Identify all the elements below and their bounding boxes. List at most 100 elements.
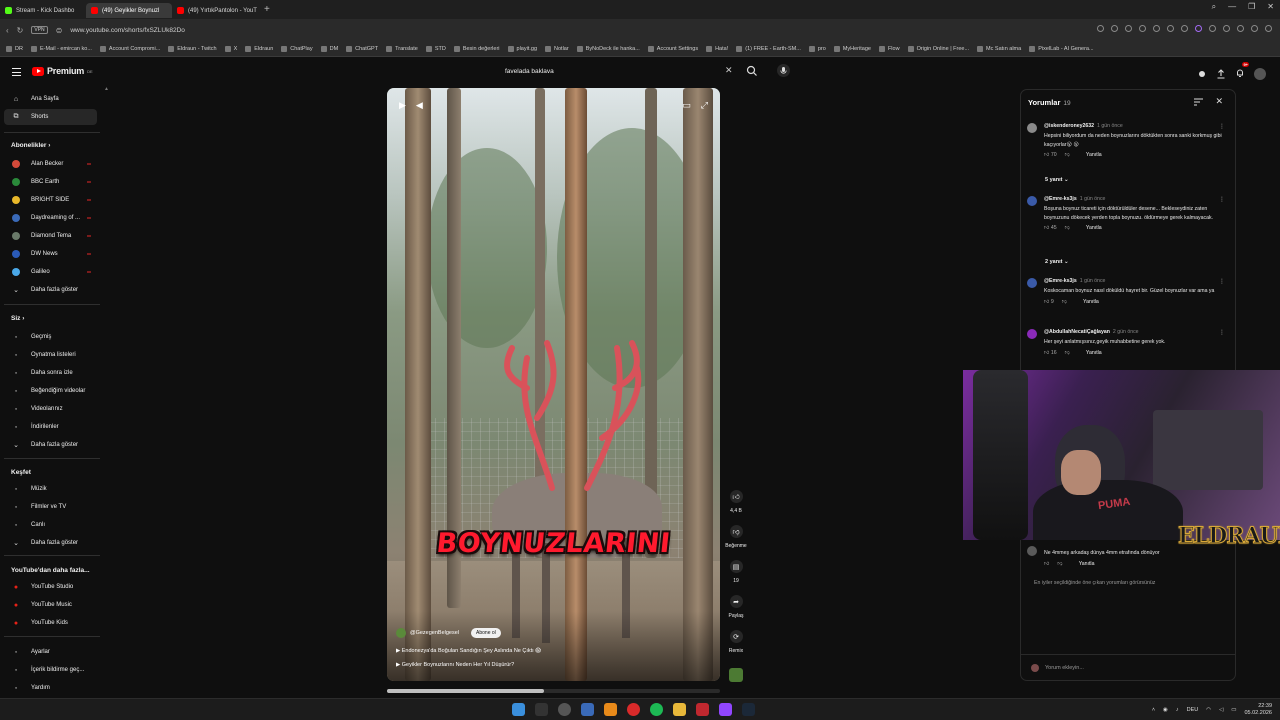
comment-like-button[interactable]: 👍︎ 45	[1044, 225, 1057, 231]
browser-tab[interactable]: Stream - Kick Dashbo	[0, 3, 86, 18]
search-tabs-icon[interactable]: ⌕	[1212, 2, 1216, 12]
bookmark-item[interactable]: Account Settings	[647, 45, 698, 52]
sidebar-item[interactable]: DW News	[4, 246, 97, 262]
bookmark-item[interactable]: Eldraun - Twitch	[168, 45, 217, 52]
explore-show-more[interactable]: ⌄ Daha fazla göster	[4, 535, 97, 551]
add-comment-input[interactable]: Yorum ekleyin...	[1021, 654, 1235, 680]
menu-icon[interactable]	[1181, 25, 1188, 32]
clock[interactable]: 22:39 05.02.2026	[1244, 703, 1272, 717]
comment-like-button[interactable]: 👍︎ 16	[1044, 350, 1057, 356]
browser-tab[interactable]: (49) YırtıkPantolon - YouT	[172, 3, 258, 18]
bookmark-item[interactable]: Translate	[386, 45, 418, 52]
sidebar-item[interactable]: ◦ Canlı	[4, 517, 97, 533]
comment-reply-button[interactable]: Yanıtla	[1086, 225, 1102, 231]
sidebar-item[interactable]: ◦ Oynatma listeleri	[4, 347, 97, 363]
sidebar-item[interactable]: Daydreaming of ...	[4, 210, 97, 226]
comment-like-button[interactable]: 👍︎	[1044, 561, 1049, 567]
subs-show-more[interactable]: ⌄ Daha fazla göster	[4, 282, 97, 298]
comments-button[interactable]: ▤ 19	[724, 560, 748, 584]
channel-avatar[interactable]	[396, 628, 406, 638]
subscribe-button[interactable]: Abone ol	[471, 628, 501, 638]
app-icon[interactable]	[696, 703, 709, 716]
windows-start-icon[interactable]	[512, 703, 525, 716]
back-icon[interactable]: ‹	[6, 26, 9, 35]
send-icon[interactable]	[1139, 25, 1146, 32]
you-heading[interactable]: Siz ›	[11, 315, 24, 322]
clear-search-icon[interactable]: ✕	[725, 65, 733, 76]
more-options-icon[interactable]: ⋮	[1219, 329, 1225, 336]
sidebar-item[interactable]: Diamond Tema	[4, 228, 97, 244]
commenter-avatar[interactable]	[1027, 546, 1037, 556]
comment-dislike-button[interactable]: 👎︎	[1062, 299, 1067, 305]
sidebar-item[interactable]: BRIGHT SIDE	[4, 192, 97, 208]
notifications-button[interactable]: 9+	[1235, 62, 1249, 83]
cube-icon[interactable]	[1167, 25, 1174, 32]
opera-app-icon[interactable]	[627, 703, 640, 716]
more-options-icon[interactable]: ⋮	[1219, 123, 1225, 130]
shorts-video-player[interactable]: ▶ ◀ ▭ ⤢ BOYNUZLARINI @GezegenBelgesel Ab…	[387, 88, 720, 681]
like-button[interactable]: 👍︎ 4,4 B	[724, 490, 748, 514]
twitch-app-icon[interactable]	[719, 703, 732, 716]
extension-icon[interactable]	[1195, 25, 1202, 32]
comment-like-button[interactable]: 👍︎ 9	[1044, 299, 1054, 305]
close-comments-button[interactable]: ✕	[1215, 96, 1223, 107]
commenter-avatar[interactable]	[1027, 329, 1037, 339]
bookmark-item[interactable]: Account Compromi...	[99, 45, 160, 52]
bookmark-item[interactable]: Origin Online | Free...	[907, 45, 969, 52]
sidebar-item[interactable]: ● YouTube Music	[4, 597, 97, 613]
new-tab-button[interactable]: +	[264, 4, 270, 15]
comment-dislike-button[interactable]: 👎︎	[1065, 225, 1070, 231]
volume-icon[interactable]: ◁	[1219, 707, 1223, 713]
upload-icon[interactable]	[1216, 69, 1226, 79]
more-options-icon[interactable]: ⋮	[1219, 196, 1225, 203]
commenter-avatar[interactable]	[1027, 278, 1037, 288]
sidebar-item[interactable]: ● YouTube Studio	[4, 579, 97, 595]
comment-author[interactable]: @iskenderoney2632 1 gün önce	[1044, 123, 1226, 129]
sidebar-item-shorts[interactable]: ⧉ Shorts	[4, 109, 97, 125]
language-indicator[interactable]: DEU	[1187, 707, 1199, 713]
bookmark-item[interactable]: ChatGPT	[346, 45, 378, 52]
share-button[interactable]: ➦ Paylaş	[724, 595, 748, 619]
settings-icon[interactable]	[1251, 25, 1258, 32]
search-icon[interactable]	[746, 65, 758, 77]
captions-icon[interactable]: ▭	[682, 100, 691, 111]
sidebar-item[interactable]: ◦ Daha sonra izle	[4, 365, 97, 381]
comment-reply-button[interactable]: Yanıtla	[1079, 561, 1095, 567]
video-title[interactable]: ▶ Endonezya'da Boğulan Sandığın Şey Aslı…	[396, 648, 541, 654]
bookmark-item[interactable]: DR	[6, 45, 23, 52]
avatar[interactable]	[1254, 68, 1266, 80]
sound-thumbnail[interactable]	[729, 668, 743, 682]
battery-icon[interactable]: ▭	[1231, 707, 1236, 713]
close-window-button[interactable]: ✕	[1267, 2, 1274, 12]
fullscreen-icon[interactable]: ⤢	[701, 100, 708, 111]
youtube-logo[interactable]: Premium DE	[32, 66, 93, 76]
comment-like-button[interactable]: 👍︎ 70	[1044, 152, 1057, 158]
sidebar-item[interactable]: ● YouTube Kids	[4, 615, 97, 631]
sort-icon[interactable]	[1194, 98, 1203, 106]
comment-author[interactable]: @Emre-ks3js 1 gün önce	[1044, 278, 1226, 284]
steam-app-icon[interactable]	[742, 703, 755, 716]
shield-icon[interactable]	[1125, 25, 1132, 32]
reload-icon[interactable]: ↻	[17, 26, 24, 35]
comment-reply-button[interactable]: Yanıtla	[1083, 299, 1099, 305]
cast-icon[interactable]	[1197, 69, 1207, 79]
minimize-button[interactable]: —	[1228, 2, 1236, 12]
bookmark-item[interactable]: Notlar	[545, 45, 569, 52]
play-icon[interactable]: ▶	[399, 100, 406, 111]
commenter-avatar[interactable]	[1027, 196, 1037, 206]
puzzle-icon[interactable]	[1209, 25, 1216, 32]
vlc-app-icon[interactable]	[604, 703, 617, 716]
comment-reply-button[interactable]: Yanıtla	[1086, 152, 1102, 158]
bookmark-item[interactable]: Mc Satın alma	[977, 45, 1021, 52]
bookmark-item[interactable]: ByNoDeck ile hanka...	[576, 45, 640, 52]
sidebar-item[interactable]: ◦ İçerik bildirme geç...	[4, 662, 97, 678]
bookmark-item[interactable]: E-Mail - emircan ko...	[30, 45, 92, 52]
comment-dislike-button[interactable]: 👎︎	[1065, 152, 1070, 158]
menu-icon[interactable]	[12, 68, 21, 76]
sidebar-item[interactable]: ◦ Müzik	[4, 481, 97, 497]
bookmark-item[interactable]: ChatPlay	[281, 45, 313, 52]
comment-dislike-button[interactable]: 👎︎	[1065, 350, 1070, 356]
voice-search-button[interactable]	[777, 64, 790, 77]
comment-author[interactable]: @Emre-ks3js 1 gün önce	[1044, 196, 1226, 202]
subscriptions-heading[interactable]: Abonelikler ›	[11, 142, 50, 149]
